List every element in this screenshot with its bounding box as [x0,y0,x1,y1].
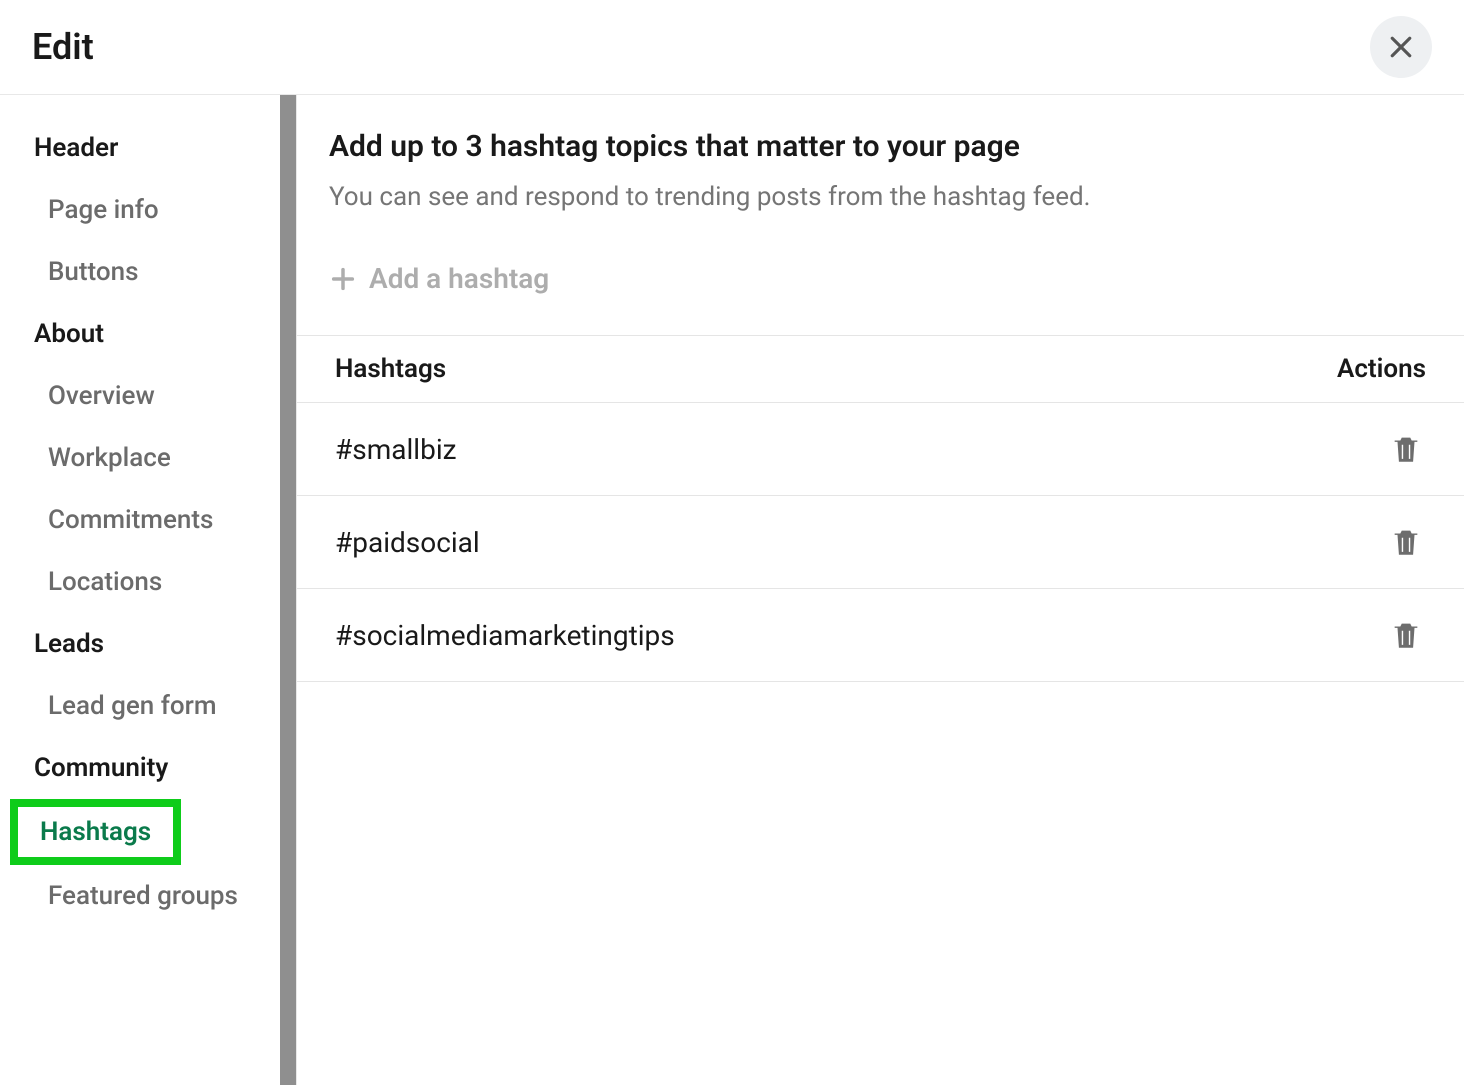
delete-hashtag-button[interactable] [1386,429,1426,469]
delete-hashtag-button[interactable] [1386,615,1426,655]
sidebar-item-locations[interactable]: Locations [0,551,296,613]
sidebar-section-about: About [0,303,296,365]
main-title: Add up to 3 hashtag topics that matter t… [297,117,1464,172]
close-button[interactable] [1370,16,1432,78]
main-panel: Add up to 3 hashtag topics that matter t… [297,95,1464,1085]
trash-icon [1389,432,1423,466]
table-header-hashtags: Hashtags [335,354,446,384]
sidebar-scrollbar-thumb[interactable] [280,95,296,1085]
sidebar-item-buttons[interactable]: Buttons [0,241,296,303]
add-hashtag-label: Add a hashtag [369,262,549,295]
table-header-actions: Actions [1337,354,1426,384]
hashtag-value: #smallbiz [335,433,457,466]
sidebar-item-overview[interactable]: Overview [0,365,296,427]
close-icon [1386,32,1416,62]
modal-header: Edit [0,0,1464,95]
modal-title: Edit [32,26,94,68]
hashtag-value: #socialmediamarketingtips [335,619,675,652]
sidebar-section-leads: Leads [0,613,296,675]
sidebar-item-lead-gen-form[interactable]: Lead gen form [0,675,296,737]
sidebar-item-featured-groups[interactable]: Featured groups [0,865,296,927]
sidebar-item-commitments[interactable]: Commitments [0,489,296,551]
delete-hashtag-button[interactable] [1386,522,1426,562]
hashtag-value: #paidsocial [335,526,480,559]
plus-icon [329,265,357,293]
sidebar-section-header: Header [0,117,296,179]
trash-icon [1389,525,1423,559]
sidebar-item-page-info[interactable]: Page info [0,179,296,241]
table-row: #smallbiz [297,403,1464,496]
table-row: #socialmediamarketingtips [297,589,1464,682]
hashtag-table-header: Hashtags Actions [297,335,1464,403]
sidebar-item-hashtags[interactable]: Hashtags [40,817,151,847]
sidebar-item-workplace[interactable]: Workplace [0,427,296,489]
sidebar: Header Page info Buttons About Overview … [0,95,297,1085]
table-row: #paidsocial [297,496,1464,589]
sidebar-section-community: Community [0,737,296,799]
sidebar-scrollbar[interactable] [280,95,296,1085]
trash-icon [1389,618,1423,652]
main-subtitle: You can see and respond to trending post… [297,172,1464,222]
add-hashtag-button[interactable]: Add a hashtag [297,222,1464,335]
sidebar-highlight: Hashtags [10,799,181,865]
